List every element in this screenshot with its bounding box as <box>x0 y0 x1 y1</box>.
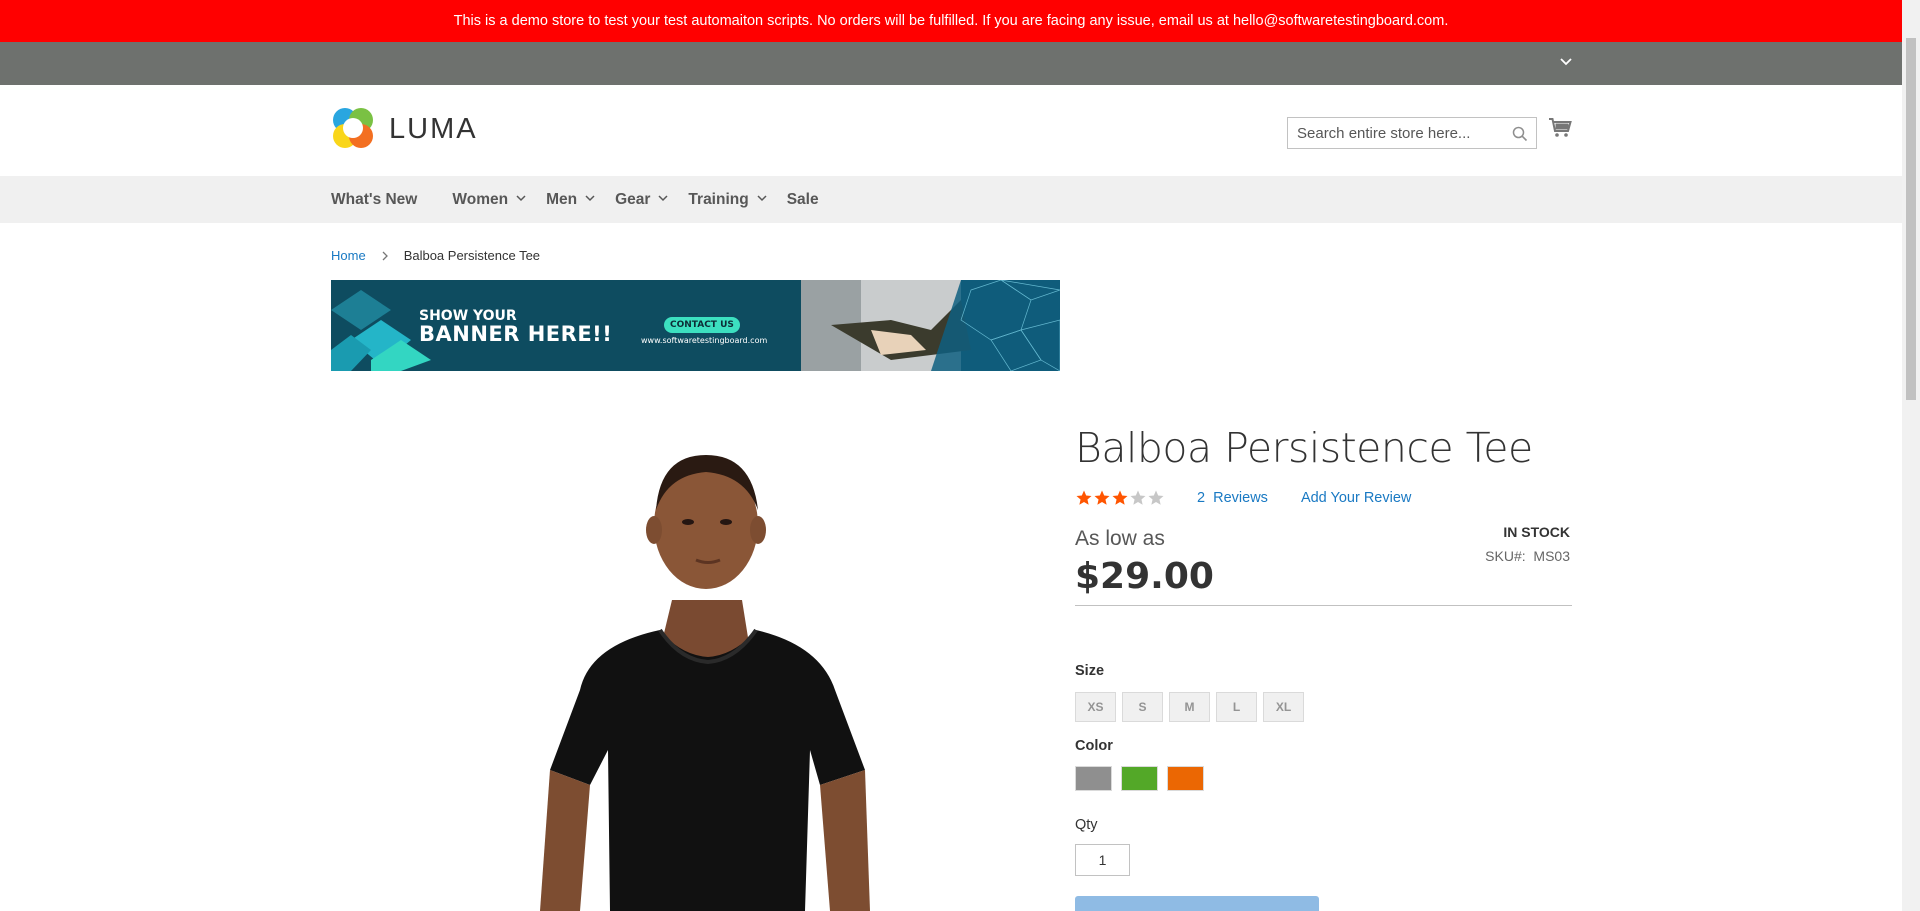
reviews-count: 2 <box>1197 490 1206 506</box>
breadcrumb-current: Balboa Persistence Tee <box>403 248 541 263</box>
qty-label: Qty <box>1075 817 1098 833</box>
stock-status: IN STOCK <box>1503 524 1570 540</box>
scrollbar[interactable] <box>1902 0 1920 911</box>
logo[interactable]: LUMA <box>331 106 478 152</box>
divider <box>1075 605 1572 606</box>
chevron-down-icon <box>585 194 595 205</box>
chevron-down-icon <box>516 194 526 205</box>
breadcrumb-home-link[interactable]: Home <box>331 248 366 263</box>
nav-item-label: Men <box>546 190 578 208</box>
product-price: $29.00 <box>1075 556 1214 597</box>
nav-item-label: Women <box>452 190 509 208</box>
search-input[interactable] <box>1288 118 1498 148</box>
search-icon[interactable] <box>1512 126 1528 142</box>
main-nav: What's New Women Men Gear Training Sale <box>0 176 1902 223</box>
size-swatch-m[interactable]: M <box>1169 692 1210 722</box>
demo-notice-text: This is a demo store to test your test a… <box>453 13 1449 29</box>
qty-input[interactable] <box>1075 844 1130 876</box>
size-options: XS S M L XL <box>1075 692 1310 722</box>
size-swatch-xl[interactable]: XL <box>1263 692 1304 722</box>
sku-value: MS03 <box>1533 548 1570 564</box>
nav-item-whats-new[interactable]: What's New <box>331 191 417 209</box>
star-filled-icon <box>1075 489 1093 507</box>
sku-label: SKU#: <box>1485 548 1526 564</box>
add-review-link[interactable]: Add Your Review <box>1301 490 1411 506</box>
nav-item-label: Sale <box>786 190 819 208</box>
promo-banner[interactable]: SHOW YOUR BANNER HERE!! CONTACT US www.s… <box>331 280 1060 371</box>
nav-item-label: Gear <box>615 190 651 208</box>
product-photo <box>540 455 870 911</box>
rating-stars <box>1075 489 1165 507</box>
color-swatch-green[interactable] <box>1121 766 1158 791</box>
demo-notice: This is a demo store to test your test a… <box>0 0 1902 42</box>
size-swatch-s[interactable]: S <box>1122 692 1163 722</box>
star-empty-icon <box>1147 489 1165 507</box>
nav-item-women[interactable]: Women <box>452 191 526 209</box>
reviews-link[interactable]: 2 Reviews <box>1197 490 1268 506</box>
product-image[interactable] <box>520 430 890 911</box>
color-options <box>1075 766 1213 791</box>
as-low-as-label: As low as <box>1075 527 1165 550</box>
product-rating: 2 Reviews Add Your Review <box>1075 489 1411 507</box>
size-label: Size <box>1075 663 1105 679</box>
chevron-down-icon[interactable] <box>1558 54 1574 70</box>
header: LUMA <box>0 85 1902 176</box>
color-label: Color <box>1075 738 1113 754</box>
color-swatch-orange[interactable] <box>1167 766 1204 791</box>
star-empty-icon <box>1129 489 1147 507</box>
nav-item-gear[interactable]: Gear <box>615 191 668 209</box>
cart-icon[interactable] <box>1548 117 1574 143</box>
star-filled-icon <box>1093 489 1111 507</box>
reviews-label: Reviews <box>1213 490 1268 506</box>
luma-logo-icon <box>333 108 373 148</box>
breadcrumb: Home Balboa Persistence Tee <box>331 248 540 263</box>
add-to-cart-button[interactable] <box>1075 896 1319 911</box>
banner-line-2: BANNER HERE!! <box>419 322 613 346</box>
nav-item-label: What's New <box>331 190 418 208</box>
color-swatch-gray[interactable] <box>1075 766 1112 791</box>
star-filled-icon <box>1111 489 1129 507</box>
product-title: Balboa Persistence Tee <box>1075 424 1533 472</box>
product-sku: SKU#: MS03 <box>1485 548 1570 564</box>
panel-header <box>0 42 1902 85</box>
banner-url: www.softwaretestingboard.com <box>641 336 768 345</box>
nav-item-men[interactable]: Men <box>546 191 595 209</box>
size-swatch-l[interactable]: L <box>1216 692 1257 722</box>
nav-item-training[interactable]: Training <box>688 190 767 209</box>
nav-item-label: Training <box>688 190 749 208</box>
scrollbar-thumb[interactable] <box>1906 38 1916 400</box>
nav-item-sale[interactable]: Sale <box>787 191 819 209</box>
size-swatch-xs[interactable]: XS <box>1075 692 1116 722</box>
logo-text: LUMA <box>389 112 478 145</box>
banner-contact-button[interactable]: CONTACT US <box>664 317 740 333</box>
chevron-down-icon <box>757 194 767 205</box>
search-box <box>1287 117 1537 149</box>
chevron-down-icon <box>658 194 668 205</box>
chevron-right-icon <box>382 251 390 261</box>
